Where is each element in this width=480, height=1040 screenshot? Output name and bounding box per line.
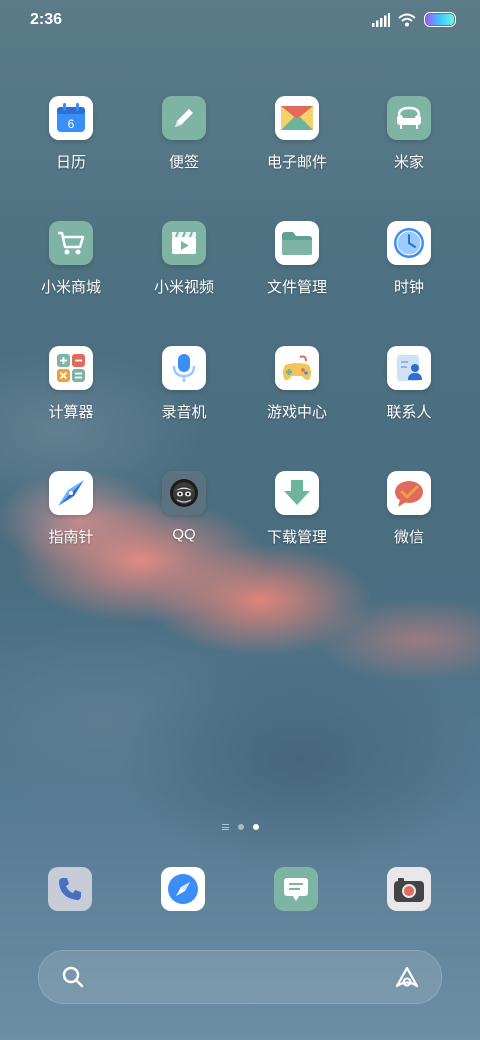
app-label: 游戏中心 — [266, 404, 327, 421]
app-mi-video[interactable]: 小米视频 — [134, 221, 234, 297]
app-calendar[interactable]: 6 日历 — [21, 96, 121, 172]
camera-icon — [394, 878, 424, 902]
app-label: 米家 — [393, 154, 424, 171]
app-mijia[interactable]: 米家 — [359, 96, 459, 172]
dock-browser[interactable] — [161, 867, 205, 911]
wechat-icon — [387, 471, 431, 515]
app-label: 时钟 — [393, 279, 424, 296]
app-mi-store[interactable]: 小米商城 — [21, 221, 121, 297]
qq-icon — [162, 471, 206, 515]
notes-icon — [162, 96, 206, 140]
app-label: 文件管理 — [266, 279, 327, 296]
app-qq[interactable]: QQ — [134, 471, 234, 543]
calculator-icon — [49, 346, 93, 390]
page-indicator[interactable] — [0, 824, 480, 830]
battery-icon — [424, 12, 456, 27]
download-icon — [275, 471, 319, 515]
phone-icon — [59, 878, 81, 900]
dock-messages[interactable] — [274, 867, 318, 911]
app-label: 日历 — [55, 154, 86, 171]
app-label: 微信 — [393, 529, 424, 546]
compass-icon — [49, 471, 93, 515]
app-download-manager[interactable]: 下载管理 — [247, 471, 347, 547]
app-label: 下载管理 — [266, 529, 327, 546]
app-compass[interactable]: 指南针 — [21, 471, 121, 547]
app-label: 计算器 — [48, 404, 94, 421]
mijia-icon — [387, 96, 431, 140]
page-list-icon[interactable] — [221, 824, 229, 830]
status-time: 2:36 — [30, 11, 63, 28]
app-file-manager[interactable]: 文件管理 — [247, 221, 347, 297]
calendar-icon: 6 — [49, 96, 93, 140]
app-label: 联系人 — [386, 404, 432, 421]
search-bar[interactable] — [38, 950, 442, 1004]
contacts-icon — [387, 346, 431, 390]
signal-icon — [372, 12, 390, 27]
app-email[interactable]: 电子邮件 — [247, 96, 347, 172]
page-dot[interactable] — [237, 824, 244, 830]
clock-icon — [387, 221, 431, 265]
app-game-center[interactable]: 游戏中心 — [247, 346, 347, 422]
app-label: QQ — [172, 526, 196, 543]
app-label: 指南针 — [48, 529, 94, 546]
app-label: 小米商城 — [40, 279, 101, 296]
folder-icon — [275, 221, 319, 265]
video-icon — [162, 221, 206, 265]
app-wechat[interactable]: 微信 — [359, 471, 459, 547]
status-bar: 2:36 — [0, 0, 480, 40]
messages-icon — [284, 878, 308, 901]
assistant-icon[interactable] — [393, 965, 421, 989]
status-icons — [372, 12, 456, 27]
app-recorder[interactable]: 录音机 — [134, 346, 234, 422]
browser-icon — [168, 874, 198, 904]
dock-camera[interactable] — [387, 867, 431, 911]
app-notes[interactable]: 便签 — [134, 96, 234, 172]
app-label: 电子邮件 — [266, 154, 327, 171]
app-contacts[interactable]: 联系人 — [359, 346, 459, 422]
microphone-icon — [162, 346, 206, 390]
gamepad-icon — [275, 346, 319, 390]
wifi-icon — [398, 13, 416, 26]
shopping-cart-icon — [49, 221, 93, 265]
search-icon[interactable] — [61, 965, 85, 989]
calendar-day: 6 — [68, 117, 75, 131]
app-label: 录音机 — [161, 404, 207, 421]
app-calculator[interactable]: 计算器 — [21, 346, 121, 422]
page-dot-active[interactable] — [252, 824, 259, 830]
dock-phone[interactable] — [48, 867, 92, 911]
app-label: 便签 — [168, 154, 199, 171]
app-clock[interactable]: 时钟 — [359, 221, 459, 297]
email-icon — [275, 96, 319, 140]
app-label: 小米视频 — [153, 279, 214, 296]
